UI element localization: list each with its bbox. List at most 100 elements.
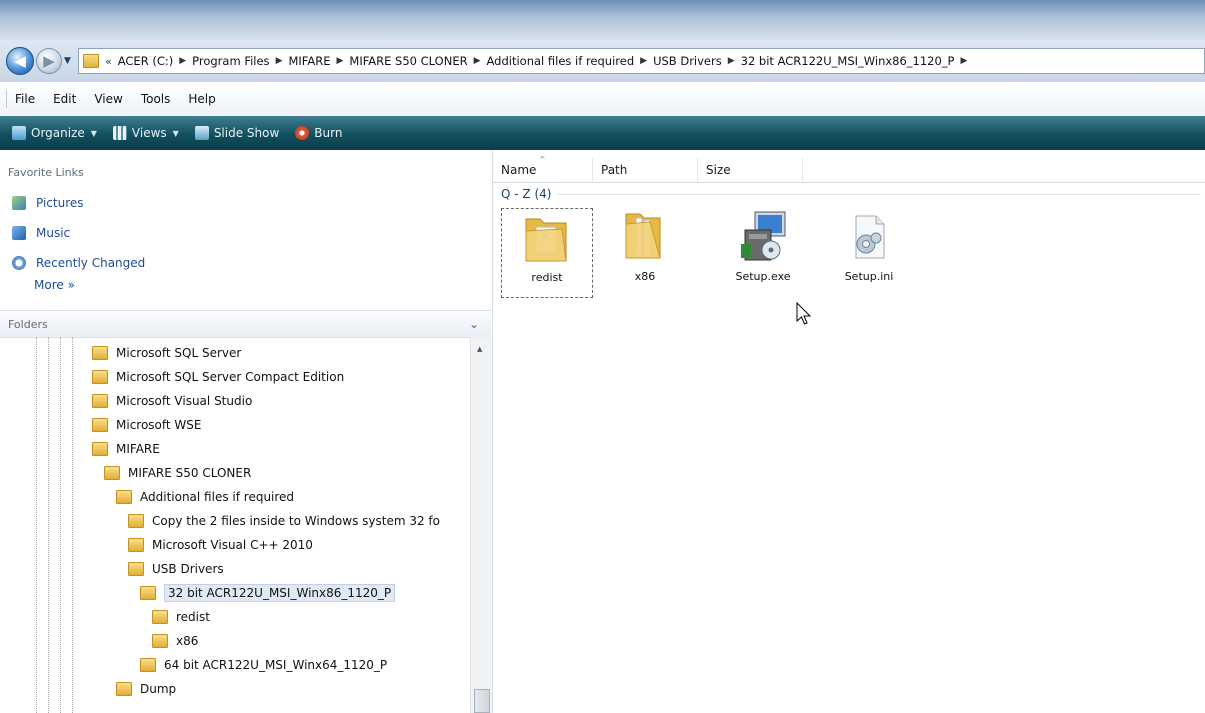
forward-arrow-icon: ▶	[43, 52, 55, 70]
menu-file[interactable]: File	[15, 92, 35, 106]
folder-tree-item[interactable]: Microsoft SQL Server	[92, 342, 241, 364]
folder-tree-item[interactable]: MIFARE S50 CLONER	[104, 462, 251, 484]
folder-tree-item-label: USB Drivers	[152, 562, 224, 576]
slideshow-icon	[194, 126, 209, 140]
favorite-music[interactable]: Music	[12, 226, 70, 240]
favorite-links-header: Favorite Links	[8, 166, 84, 179]
folder-tree-scrollbar[interactable]: ▲	[470, 337, 492, 713]
views-label: Views	[131, 126, 167, 140]
breadcrumb-separator-icon[interactable]: ▶	[336, 56, 343, 66]
folder-tree-item[interactable]: 32 bit ACR122U_MSI_Winx86_1120_P	[140, 582, 396, 604]
breadcrumb-acer[interactable]: ACER (C:)	[118, 54, 173, 68]
scroll-up-icon[interactable]: ▲	[477, 345, 482, 353]
menu-view[interactable]: View	[94, 92, 122, 106]
folder-icon	[104, 466, 120, 480]
breadcrumb-32bit-folder[interactable]: 32 bit ACR122U_MSI_Winx86_1120_P	[741, 54, 955, 68]
back-button[interactable]: ◀	[6, 47, 34, 75]
breadcrumb-program-files[interactable]: Program Files	[192, 54, 269, 68]
folder-icon	[92, 442, 108, 456]
file-item-setup-exe[interactable]: Setup.exe	[717, 208, 809, 298]
folder-icon	[128, 514, 144, 528]
file-label-setup-ini: Setup.ini	[844, 270, 894, 283]
folder-icon	[116, 490, 132, 504]
scrollbar-thumb[interactable]	[474, 689, 490, 713]
group-divider	[557, 193, 1201, 195]
folder-tree-item[interactable]: Copy the 2 files inside to Windows syste…	[128, 510, 440, 532]
file-item-setup-ini[interactable]: Setup.ini	[823, 208, 915, 298]
folder-icon	[92, 346, 108, 360]
breadcrumb-separator-icon[interactable]: ▶	[276, 56, 283, 66]
breadcrumb-separator-icon[interactable]: ▶	[640, 56, 647, 66]
breadcrumb-mifare-s50-cloner[interactable]: MIFARE S50 CLONER	[349, 54, 467, 68]
folder-icon	[92, 418, 108, 432]
folder-tree-item[interactable]: 64 bit ACR122U_MSI_Winx64_1120_P	[140, 654, 387, 676]
file-item-redist[interactable]: a redist	[501, 208, 593, 298]
column-name-label: Name	[501, 163, 537, 177]
slide-show-button[interactable]: Slide Show	[194, 126, 279, 140]
window-title-strip	[0, 0, 1205, 40]
folder-tree-item[interactable]: Additional files if required	[116, 486, 294, 508]
views-icon	[112, 126, 127, 140]
organize-button[interactable]: Organize ▼	[12, 126, 97, 140]
folder-tree-item[interactable]: Microsoft Visual Studio	[92, 390, 252, 412]
breadcrumb-separator-icon[interactable]: ▶	[728, 56, 735, 66]
file-item-x86[interactable]: x86	[599, 208, 691, 298]
menu-grip	[6, 90, 7, 108]
views-button[interactable]: Views ▼	[112, 126, 179, 140]
folders-header[interactable]: Folders ⌄	[0, 310, 491, 338]
favorites-more-link[interactable]: More »	[34, 278, 75, 292]
breadcrumb-separator-icon[interactable]: ▶	[961, 56, 968, 66]
menu-edit[interactable]: Edit	[53, 92, 76, 106]
folder-tree-item-label: 64 bit ACR122U_MSI_Winx64_1120_P	[164, 658, 388, 672]
column-path-label: Path	[601, 163, 628, 177]
folder-tree-item[interactable]: Microsoft WSE	[92, 414, 202, 436]
favorite-pictures[interactable]: Pictures	[12, 196, 84, 210]
folder-icon	[140, 586, 156, 600]
forward-button[interactable]: ▶	[36, 48, 62, 74]
burn-button[interactable]: Burn	[295, 126, 342, 140]
tree-guide-line	[60, 337, 61, 713]
sort-ascending-icon: ^	[539, 155, 546, 164]
folder-tree-item[interactable]: USB Drivers	[128, 558, 224, 580]
breadcrumb-separator-icon[interactable]: ▶	[179, 56, 186, 66]
folder-tree-item-label: Dump	[140, 682, 177, 696]
folder-icon	[83, 54, 99, 68]
folder-icon	[152, 610, 168, 624]
breadcrumb-usb-drivers[interactable]: USB Drivers	[653, 54, 722, 68]
breadcrumb-additional-files[interactable]: Additional files if required	[487, 54, 635, 68]
command-bar: Organize ▼ Views ▼ Slide Show Burn	[0, 116, 1205, 150]
folder-tree-item[interactable]: x86	[152, 630, 198, 652]
folder-tree-item[interactable]: redist	[152, 606, 210, 628]
folder-tree-item[interactable]: Dump	[116, 678, 176, 700]
file-label-redist: redist	[531, 271, 563, 284]
breadcrumb-separator-icon[interactable]: ▶	[474, 56, 481, 66]
column-size-label: Size	[706, 163, 731, 177]
column-name[interactable]: ^ Name	[493, 155, 593, 182]
organize-label: Organize	[31, 126, 85, 140]
folder-tree-item[interactable]: MIFARE	[92, 438, 160, 460]
favorite-recently-changed[interactable]: Recently Changed	[12, 256, 145, 270]
address-bar[interactable]: « ACER (C:) ▶ Program Files ▶ MIFARE ▶ M…	[78, 48, 1205, 74]
column-path[interactable]: Path	[593, 158, 698, 182]
menu-bar: File Edit View Tools Help	[0, 82, 1205, 117]
folder-tree-item[interactable]: Microsoft SQL Server Compact Edition	[92, 366, 344, 388]
folder-tree-item[interactable]: Microsoft Visual C++ 2010	[128, 534, 313, 556]
menu-help[interactable]: Help	[188, 92, 215, 106]
group-header-q-z[interactable]: Q - Z (4)	[501, 187, 1201, 201]
folder-icon	[152, 634, 168, 648]
address-overflow[interactable]: «	[105, 55, 112, 68]
favorite-music-label: Music	[36, 226, 71, 240]
folder-tree-item-label: 32 bit ACR122U_MSI_Winx86_1120_P	[164, 584, 396, 602]
favorite-pictures-label: Pictures	[36, 196, 84, 210]
column-headers: ^ Name Path Size	[493, 155, 1205, 183]
navigation-pane: Favorite Links Pictures Music Recently C…	[0, 150, 493, 713]
column-size[interactable]: Size	[698, 158, 803, 182]
breadcrumb-mifare[interactable]: MIFARE	[288, 54, 330, 68]
favorite-recently-changed-label: Recently Changed	[36, 256, 146, 270]
recent-pages-dropdown[interactable]: ▼	[64, 56, 74, 66]
folder-tree-item-label: Microsoft Visual C++ 2010	[152, 538, 313, 552]
folders-header-label: Folders	[8, 317, 48, 331]
back-arrow-icon: ◀	[14, 52, 26, 70]
menu-tools[interactable]: Tools	[141, 92, 171, 106]
folder-icon: a	[525, 218, 567, 262]
